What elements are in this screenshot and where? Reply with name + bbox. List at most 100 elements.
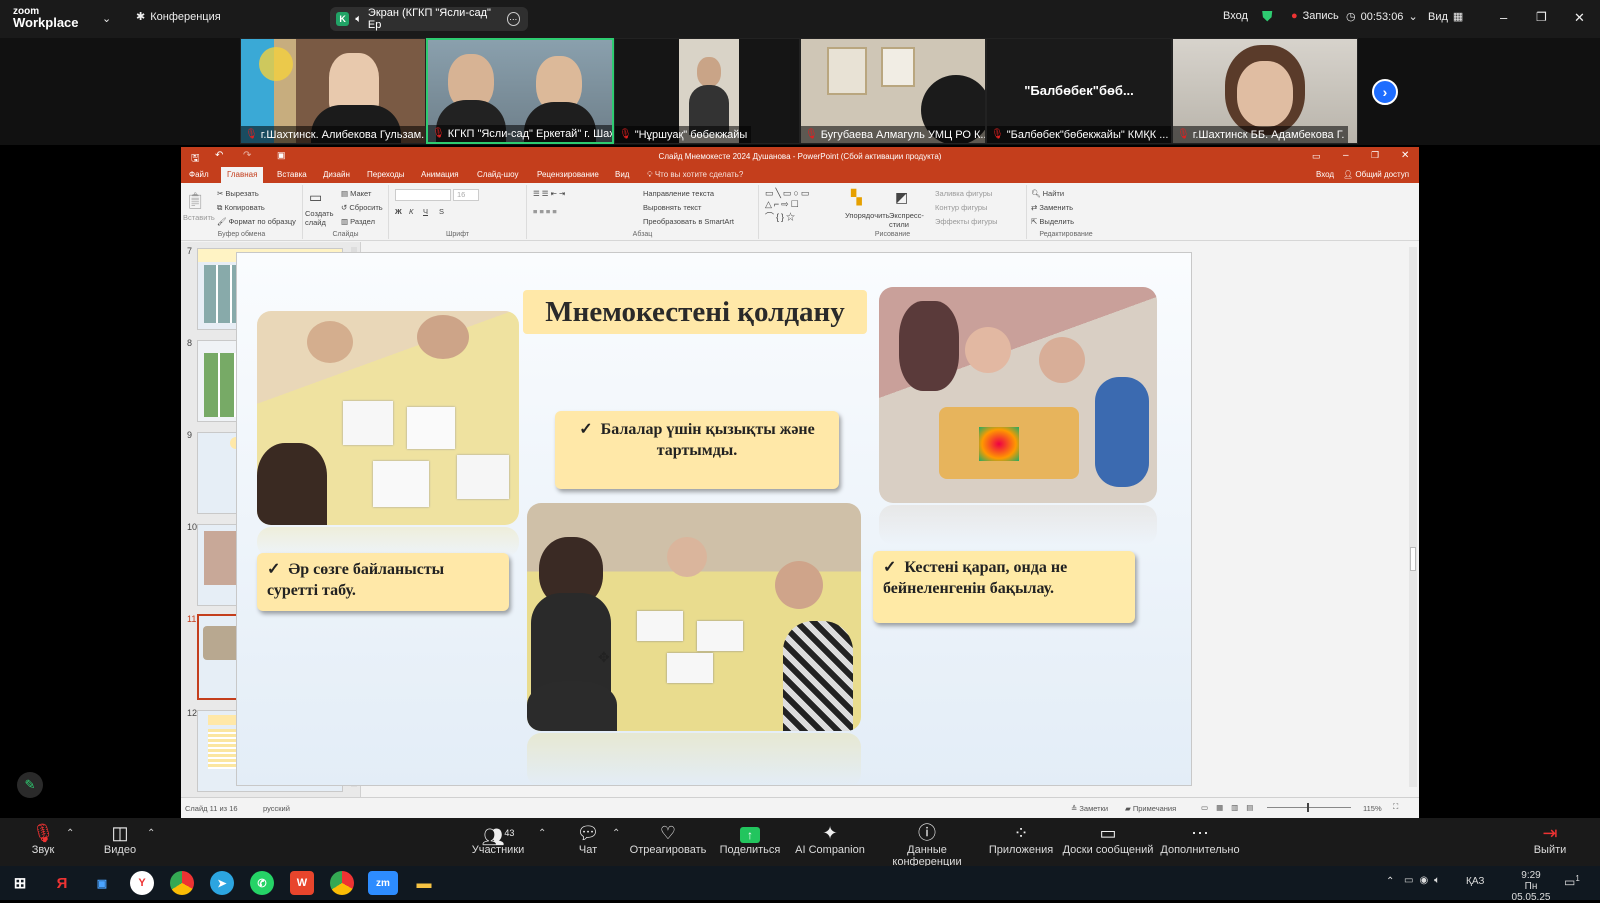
participant-tile[interactable]: "Балбөбек"бөб... 🎙︎ "Балбөбек"бөбекжайы" … bbox=[986, 38, 1172, 144]
slide-title[interactable]: Мнемокестені қолдану bbox=[523, 290, 867, 334]
participant-tile[interactable]: 🎙︎ г.Шахтинск ББ. Адамбекова Г. bbox=[1172, 38, 1358, 144]
screen-share-pill[interactable]: K 🔈︎ Экран (КГКП "Ясли-сад" Ер ⋯ bbox=[330, 7, 528, 31]
participant-tile[interactable]: 🎙︎ "Нұршуақ" бөбекжайы bbox=[614, 38, 800, 144]
text-box-left[interactable]: ✓ Әр сөзге байланысты суретті табу. bbox=[257, 553, 509, 611]
shadow-button[interactable]: S bbox=[439, 207, 444, 216]
underline-button[interactable]: Ч bbox=[423, 207, 428, 216]
cut-button[interactable]: ✂ Вырезать bbox=[217, 189, 259, 198]
participant-tile[interactable]: 🎙︎ Бугубаева Алмагуль УМЦ РО К... bbox=[800, 38, 986, 144]
tray-chevron-icon[interactable]: ⌃ bbox=[1386, 876, 1394, 887]
record-indicator[interactable]: ● Запись bbox=[1291, 10, 1339, 22]
slide-canvas[interactable]: Мнемокестені қолдану ✓ Балалар үшін қызық… bbox=[236, 252, 1192, 786]
section-button[interactable]: ▥ Раздел bbox=[341, 217, 375, 226]
input-language[interactable]: ҚАЗ bbox=[1466, 876, 1484, 887]
new-slide-icon[interactable]: ▭ bbox=[309, 189, 322, 206]
tab-animations[interactable]: Анимация bbox=[421, 170, 459, 179]
quick-styles-icon[interactable]: ◩ bbox=[895, 189, 908, 206]
annotate-pencil-icon[interactable]: ✎ bbox=[17, 772, 43, 798]
meeting-info-button[interactable]: ⓘ Данные конференции bbox=[872, 822, 982, 868]
arrange-button[interactable]: Упорядочить bbox=[845, 211, 890, 220]
react-button[interactable]: ♡ Отреагировать bbox=[622, 822, 714, 856]
yandex-icon[interactable]: Я bbox=[50, 871, 74, 895]
whatsapp-icon[interactable]: ✆ bbox=[250, 871, 274, 895]
slide-scrollbar-thumb[interactable] bbox=[1410, 547, 1416, 571]
select-button[interactable]: ⇱ Выделить bbox=[1031, 217, 1074, 226]
new-slide-button[interactable]: Создать слайд bbox=[305, 209, 335, 227]
yandex-browser-icon[interactable]: Y bbox=[130, 871, 154, 895]
tab-design[interactable]: Дизайн bbox=[323, 170, 350, 179]
restore-icon[interactable]: ❐ bbox=[1536, 10, 1547, 24]
participant-tile[interactable]: 🎙︎ КГКП "Ясли-сад" Еркетай" г. Шахт... bbox=[426, 38, 614, 144]
tab-transitions[interactable]: Переходы bbox=[367, 170, 405, 179]
layout-button[interactable]: ▤ Макет bbox=[341, 189, 371, 198]
chevron-down-icon[interactable]: ⌄ bbox=[102, 12, 111, 25]
zoom-slider[interactable] bbox=[1267, 807, 1351, 808]
chrome-icon[interactable] bbox=[330, 871, 354, 895]
tab-file[interactable]: Файл bbox=[189, 170, 209, 179]
slide-photo-teacher-children[interactable] bbox=[527, 503, 861, 731]
close-icon[interactable]: ✕ bbox=[1401, 150, 1409, 161]
windows-start-icon[interactable]: ⊞ bbox=[8, 871, 32, 895]
minimize-icon[interactable]: – bbox=[1500, 10, 1507, 25]
view-button[interactable]: Вид ▦ bbox=[1428, 10, 1463, 24]
leave-button[interactable]: ⇥ Выйти bbox=[1520, 822, 1580, 856]
more-button[interactable]: ⋯ Дополнительно bbox=[1156, 822, 1244, 856]
notification-icon[interactable]: ▭1 bbox=[1564, 874, 1580, 889]
tab-view[interactable]: Вид bbox=[615, 170, 629, 179]
view-mode-icons[interactable]: ▭▦▥▤ bbox=[1201, 803, 1261, 812]
tray-icons[interactable]: ▭◉🔈︎ bbox=[1404, 875, 1446, 886]
tab-slideshow[interactable]: Слайд-шоу bbox=[477, 170, 518, 179]
ai-companion-button[interactable]: ✦ AI Companion bbox=[790, 822, 870, 856]
chevron-up-icon[interactable]: ⌃ bbox=[612, 828, 620, 839]
text-box-right[interactable]: ✓ Кестені қарап, онда не бейнеленгенін ба… bbox=[873, 551, 1135, 623]
shape-fill-button[interactable]: Заливка фигуры bbox=[935, 189, 992, 198]
apps-button[interactable]: ⁘ Приложения bbox=[980, 822, 1062, 856]
meeting-info-button[interactable]: ✱ Конференция bbox=[136, 10, 221, 24]
font-size-input[interactable]: 16 bbox=[453, 189, 479, 201]
fit-slide-icon[interactable]: ⛶ bbox=[1393, 802, 1398, 812]
task-view-icon[interactable]: ▣ bbox=[90, 871, 114, 895]
share-screen-button[interactable]: ↑ Поделиться bbox=[710, 822, 790, 856]
find-button[interactable]: 🔍︎ Найти bbox=[1031, 189, 1064, 198]
participants-button[interactable]: 👥︎43 Участники bbox=[458, 822, 538, 856]
chrome-icon[interactable] bbox=[170, 871, 194, 895]
participant-tile[interactable]: 🎙︎ г.Шахтинск. Алибекова Гульзам... bbox=[240, 38, 426, 144]
minimize-icon[interactable]: – bbox=[1343, 150, 1349, 161]
align-text-button[interactable]: Выровнять текст bbox=[643, 203, 701, 212]
zoom-app-icon[interactable]: zm bbox=[368, 871, 398, 895]
chevron-up-icon[interactable]: ⌃ bbox=[147, 828, 155, 839]
quick-styles-button[interactable]: Экспресс-стили bbox=[889, 211, 924, 229]
telegram-icon[interactable]: ➤ bbox=[210, 871, 234, 895]
signin-button[interactable]: Вход bbox=[1223, 10, 1248, 22]
arrange-icon[interactable]: ▚ bbox=[851, 189, 862, 206]
smartart-button[interactable]: Преобразовать в SmartArt bbox=[643, 217, 734, 226]
replace-button[interactable]: ⇄ Заменить bbox=[1031, 203, 1073, 212]
next-page-button[interactable]: › bbox=[1372, 79, 1398, 105]
timer[interactable]: ◷ 00:53:06 ⌄ bbox=[1346, 10, 1418, 24]
copy-button[interactable]: ⧉ Копировать bbox=[217, 203, 265, 213]
text-box-center[interactable]: ✓ Балалар үшін қызықты және тартымды. bbox=[555, 411, 839, 489]
clock[interactable]: 9:29 Пн 05.05.25 bbox=[1506, 870, 1556, 903]
notes-button[interactable]: ≙ Заметки bbox=[1071, 804, 1108, 813]
slide-photo-children-table[interactable] bbox=[257, 311, 519, 525]
language-indicator[interactable]: русский bbox=[263, 804, 290, 813]
wps-icon[interactable]: W bbox=[290, 871, 314, 895]
shape-effects-button[interactable]: Эффекты фигуры bbox=[935, 217, 998, 226]
text-direction-button[interactable]: Направление текста bbox=[643, 189, 714, 198]
paste-icon[interactable]: 📋︎ bbox=[185, 191, 205, 211]
chevron-up-icon[interactable]: ⌃ bbox=[66, 828, 74, 839]
comments-button[interactable]: ▰ Примечания bbox=[1125, 804, 1176, 813]
slide-scrollbar[interactable] bbox=[1409, 247, 1417, 787]
zoom-slider-thumb[interactable] bbox=[1307, 803, 1309, 812]
close-icon[interactable]: ✕ bbox=[1574, 10, 1585, 26]
chevron-up-icon[interactable]: ⌃ bbox=[538, 828, 546, 839]
file-explorer-icon[interactable]: ▬ bbox=[412, 871, 436, 895]
ppt-signin-button[interactable]: Вход bbox=[1316, 170, 1334, 179]
format-painter-button[interactable]: 🖌︎ Формат по образцу bbox=[217, 217, 296, 226]
font-name-input[interactable] bbox=[395, 189, 451, 201]
ribbon-display-icon[interactable]: ▭ bbox=[1312, 151, 1321, 162]
more-options-icon[interactable]: ⋯ bbox=[506, 12, 520, 26]
share-button[interactable]: 👤︎ Общий доступ bbox=[1343, 170, 1409, 179]
align-icon[interactable]: ≡ ≡ ≡ ≡ bbox=[533, 207, 557, 216]
bold-button[interactable]: Ж bbox=[395, 207, 402, 216]
